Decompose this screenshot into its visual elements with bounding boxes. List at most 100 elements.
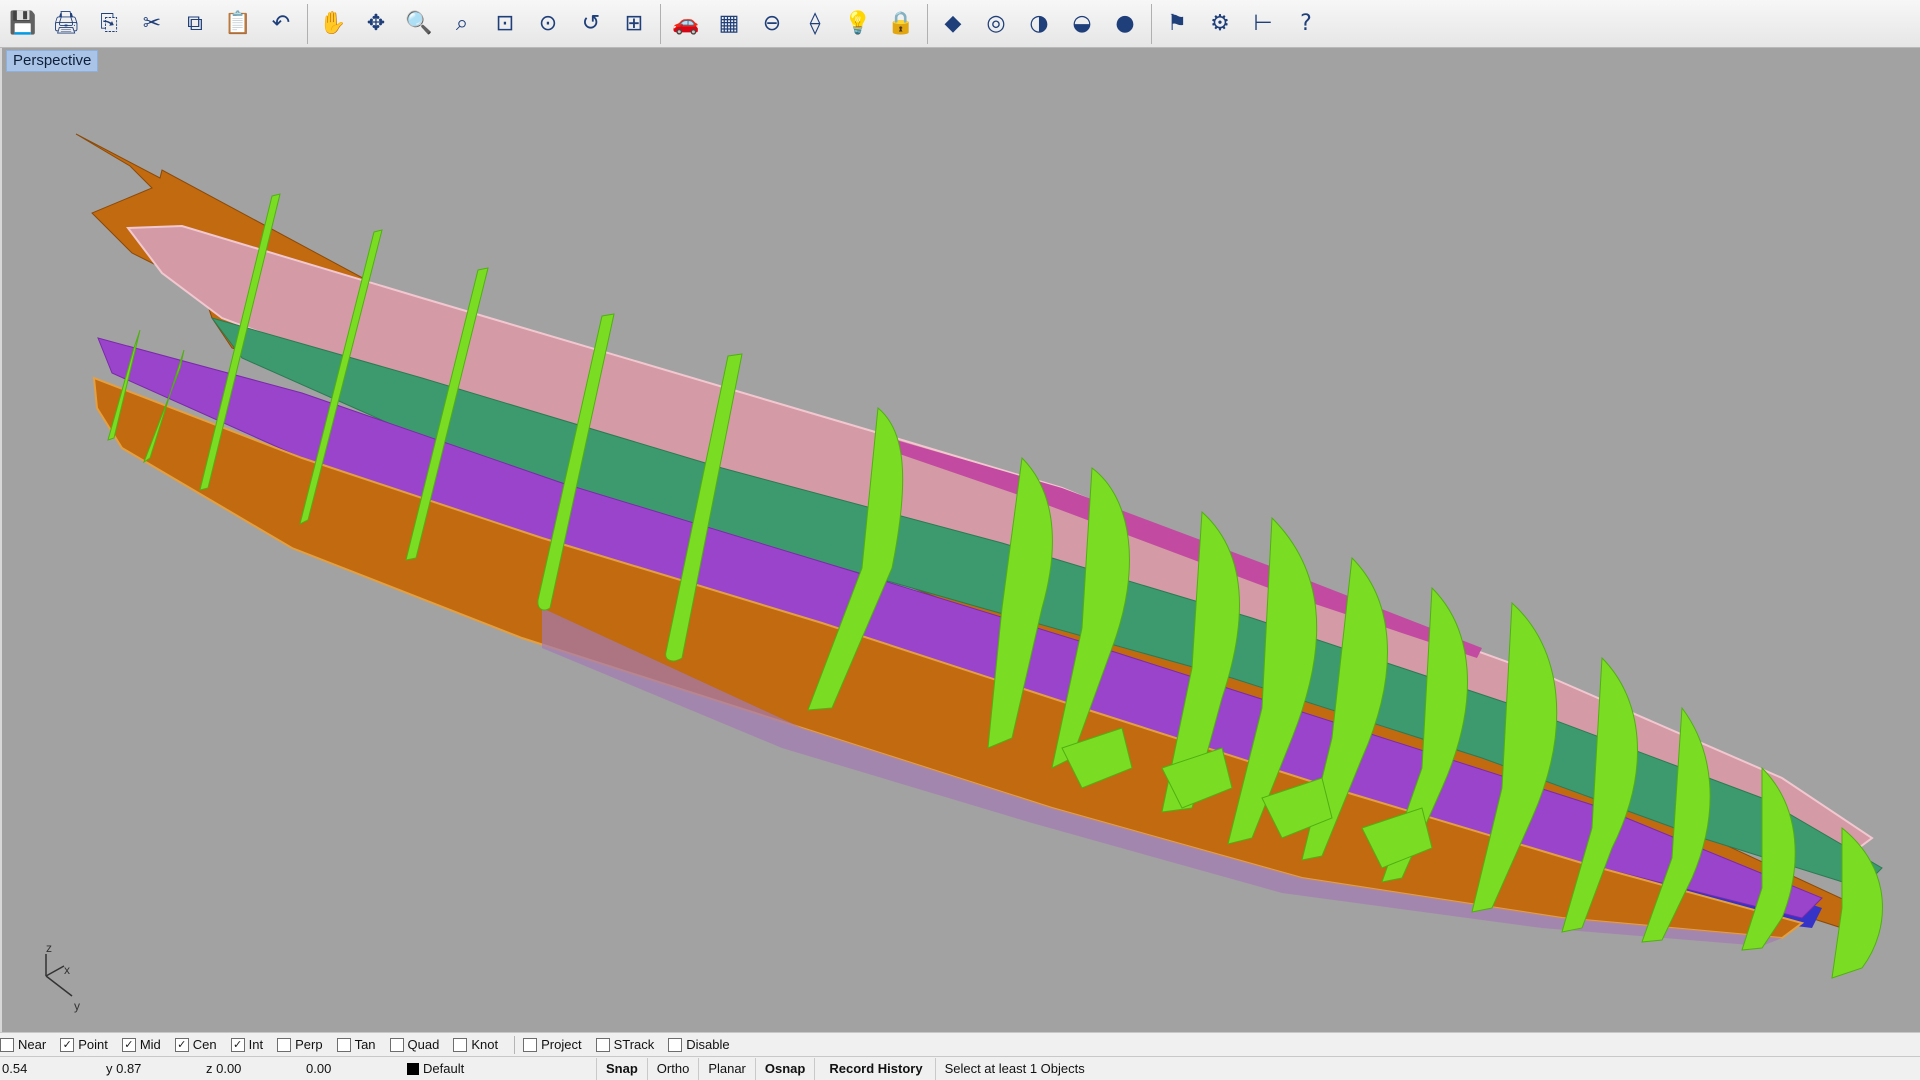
coord-z: z 0.00	[206, 1061, 242, 1076]
osnap-project-checkbox[interactable]: Project	[523, 1037, 582, 1052]
toolbar-separator	[307, 3, 308, 44]
blue-sphere-button[interactable]: ●	[1106, 5, 1144, 43]
snap-toggle[interactable]: Snap	[596, 1057, 647, 1080]
perspective-viewport[interactable]: Perspective z x y	[0, 48, 1920, 1032]
export-icon: ⎘	[100, 11, 118, 36]
paste-button[interactable]: 📋	[219, 5, 257, 43]
distance-readout: 0.00	[306, 1061, 332, 1076]
3d-model-scene[interactable]: z x y	[2, 48, 1920, 1032]
undo-view-icon: ↺	[581, 11, 601, 36]
osnap-strack-checkbox[interactable]: STrack	[595, 1037, 654, 1052]
coord-y: y 0.87	[106, 1061, 142, 1076]
checkbox-box[interactable]	[277, 1037, 292, 1052]
render-sphere-icon: ◒	[1072, 11, 1092, 36]
osnap-label: Mid	[139, 1037, 161, 1052]
rotate-view-icon: ✥	[366, 11, 386, 36]
layer-color-swatch	[407, 1062, 419, 1075]
checkbox-box[interactable]: ✓	[121, 1037, 136, 1052]
cut-icon: ✂	[142, 11, 162, 36]
checkbox-box[interactable]	[453, 1037, 468, 1052]
checkbox-box[interactable]	[336, 1037, 351, 1052]
print-button[interactable]: 🖨	[47, 5, 85, 43]
osnap-label: Int	[248, 1037, 264, 1052]
options-gear-icon: ⚙	[1210, 11, 1230, 36]
pan-hand-button[interactable]: ✋	[314, 5, 352, 43]
zoom-window-icon: ⌕	[455, 11, 469, 36]
lock-button[interactable]: 🔒	[882, 5, 920, 43]
checkbox-box[interactable]	[389, 1037, 404, 1052]
osnap-int-checkbox[interactable]: ✓ Int	[230, 1037, 264, 1052]
toolbar-separator	[660, 3, 661, 44]
planar-toggle[interactable]: Planar	[698, 1057, 755, 1080]
render-sphere-button[interactable]: ◒	[1063, 5, 1101, 43]
osnap-mid-checkbox[interactable]: ✓ Mid	[121, 1037, 161, 1052]
checkbox-box[interactable]: ✓	[60, 1037, 75, 1052]
osnap-quad-checkbox[interactable]: Quad	[389, 1037, 439, 1052]
zoom-icon: 🔍	[405, 11, 433, 36]
zoom-selected-icon: ⊙	[538, 11, 558, 36]
checkbox-box[interactable]	[523, 1037, 538, 1052]
checkbox-box[interactable]	[595, 1037, 610, 1052]
osnap-knot-checkbox[interactable]: Knot	[453, 1037, 498, 1052]
options-gear-button[interactable]: ⚙	[1201, 5, 1239, 43]
command-prompt: Select at least 1 Objects	[934, 1057, 1094, 1080]
toolbar-separator	[927, 3, 928, 44]
osnap-label: Project	[541, 1037, 582, 1052]
analyze-icon: ⚑	[1167, 11, 1187, 36]
shaded-sphere-icon: ◑	[1029, 11, 1049, 36]
save-button[interactable]: 💾	[4, 5, 42, 43]
checkbox-box[interactable]	[668, 1037, 683, 1052]
snap-shapes-icon: ⟠	[809, 11, 821, 36]
help-icon: ?	[1300, 11, 1312, 36]
point-button[interactable]: ⊖	[753, 5, 791, 43]
zoom-button[interactable]: 🔍	[400, 5, 438, 43]
light-bulb-button[interactable]: 💡	[839, 5, 877, 43]
toolbar-separator	[1151, 3, 1152, 44]
grid-plane-button[interactable]: ▦	[710, 5, 748, 43]
material-button[interactable]: ◆	[934, 5, 972, 43]
osnap-toggle[interactable]: Osnap	[754, 1057, 814, 1080]
layer-pane[interactable]: Default	[398, 1058, 596, 1080]
osnap-point-checkbox[interactable]: ✓ Point	[60, 1037, 108, 1052]
car-icon: 🚗	[672, 11, 700, 36]
zoom-extents-icon: ⊡	[495, 11, 515, 36]
hull-purple-strake[interactable]	[97, 337, 1823, 919]
analyze-button[interactable]: ⚑	[1158, 5, 1196, 43]
copy-button[interactable]: ⧉	[176, 5, 214, 43]
point-icon: ⊖	[762, 11, 782, 36]
undo-view-button[interactable]: ↺	[572, 5, 610, 43]
zoom-selected-button[interactable]: ⊙	[529, 5, 567, 43]
material-icon: ◆	[944, 11, 962, 36]
undo-button[interactable]: ↶	[262, 5, 300, 43]
record-history-toggle[interactable]: Record History	[814, 1057, 934, 1080]
snap-shapes-button[interactable]: ⟠	[796, 5, 834, 43]
dimension-icon: ⊢	[1253, 11, 1273, 36]
osnap-label: Cen	[192, 1037, 217, 1052]
zoom-window-button[interactable]: ⌕	[443, 5, 481, 43]
ortho-toggle[interactable]: Ortho	[646, 1057, 699, 1080]
axis-label-x: x	[64, 963, 70, 977]
osnap-cen-checkbox[interactable]: ✓ Cen	[174, 1037, 217, 1052]
osnap-near-checkbox[interactable]: Near	[0, 1037, 46, 1052]
checkbox-box[interactable]	[0, 1037, 14, 1052]
dimension-button[interactable]: ⊢	[1244, 5, 1282, 43]
osnap-tan-checkbox[interactable]: Tan	[336, 1037, 376, 1052]
export-button[interactable]: ⎘	[90, 5, 128, 43]
zoom-extents-button[interactable]: ⊡	[486, 5, 524, 43]
color-wheel-button[interactable]: ◎	[977, 5, 1015, 43]
cut-button[interactable]: ✂	[133, 5, 171, 43]
car-button[interactable]: 🚗	[667, 5, 705, 43]
checkbox-box[interactable]: ✓	[174, 1037, 189, 1052]
lock-icon: 🔒	[887, 11, 915, 36]
osnap-disable-checkbox[interactable]: Disable	[668, 1037, 730, 1052]
osnap-label: Knot	[471, 1037, 499, 1052]
osnap-divider	[514, 1035, 516, 1054]
checkbox-box[interactable]: ✓	[230, 1037, 245, 1052]
shaded-sphere-button[interactable]: ◑	[1020, 5, 1058, 43]
main-toolbar: 💾 🖨 ⎘ ✂ ⧉ 📋 ↶ ✋ ✥ 🔍 ⌕ ⊡ ⊙ ↺ ⊞ 🚗 ▦ ⊖ ⟠ 💡 🔒 ◆ ◎ ◑ ◒ ● ⚑ ⚙ ⊢?	[0, 0, 1920, 48]
osnap-label: Point	[78, 1037, 108, 1052]
osnap-perp-checkbox[interactable]: Perp	[277, 1037, 323, 1052]
viewport-layout-button[interactable]: ⊞	[615, 5, 653, 43]
help-button[interactable]: ?	[1287, 5, 1325, 43]
rotate-view-button[interactable]: ✥	[357, 5, 395, 43]
